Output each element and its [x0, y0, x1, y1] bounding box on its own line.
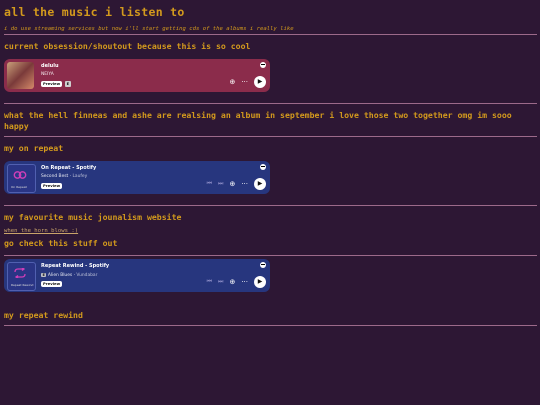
add-icon[interactable]: ⊕: [229, 78, 235, 86]
divider: [4, 136, 537, 137]
playlist-art-label: Repeat Rewind: [11, 282, 34, 287]
divider: [4, 255, 537, 256]
divider: [4, 205, 537, 206]
previous-icon[interactable]: ⏮: [207, 278, 212, 286]
badge-row: Preview: [41, 183, 63, 189]
page: all the music i listen to i do use strea…: [0, 0, 540, 326]
play-icon[interactable]: ▶: [254, 276, 266, 288]
more-icon[interactable]: ···: [241, 180, 248, 188]
badge-row: Preview E: [41, 81, 71, 87]
divider: [4, 34, 537, 35]
artist-name[interactable]: Laufey: [72, 174, 87, 179]
add-icon[interactable]: ⊕: [229, 180, 235, 188]
journalism-heading: my favourite music jounalism website: [4, 212, 182, 222]
controls: ⏮ ⏭ ⊕ ··· ▶: [207, 276, 266, 288]
finneas-heading: what the hell finneas and ashe are reals…: [4, 110, 512, 131]
artist-name[interactable]: Vundabar: [76, 273, 97, 278]
rewind-heading: my repeat rewind: [4, 310, 83, 320]
spotify-embed-on-repeat[interactable]: On Repeat On Repeat - Spotify Second Bes…: [4, 161, 270, 194]
spotify-logo-icon[interactable]: [260, 262, 266, 268]
spotify-logo-icon[interactable]: [260, 62, 266, 68]
page-title: all the music i listen to: [4, 5, 185, 19]
controls: ⏮ ⏭ ⊕ ··· ▶: [207, 178, 266, 190]
playlist-art: Repeat Rewind: [7, 262, 36, 291]
explicit-badge: E: [41, 273, 47, 277]
controls: ⊕ ··· ▶: [229, 76, 266, 88]
next-icon[interactable]: ⏭: [218, 180, 223, 188]
explicit-badge: E: [65, 81, 71, 87]
preview-badge: Preview: [41, 183, 63, 189]
track-title[interactable]: Second Best: [41, 174, 68, 179]
spotify-embed-delulu[interactable]: delulu NEIYA Preview E ⊕ ··· ▶: [4, 59, 270, 92]
more-icon[interactable]: ···: [241, 78, 248, 86]
playlist-art: On Repeat: [7, 164, 36, 193]
spotify-embed-repeat-rewind[interactable]: Repeat Rewind Repeat Rewind - Spotify E …: [4, 259, 270, 292]
loop-icon: [14, 268, 26, 278]
badge-row: Preview: [41, 281, 63, 287]
preview-badge: Preview: [41, 81, 63, 87]
playlist-title[interactable]: Repeat Rewind - Spotify: [41, 263, 109, 269]
divider: [4, 325, 537, 326]
track-title[interactable]: Alien Blues: [48, 273, 72, 278]
track-line: E Alien Blues · Vundabar: [41, 273, 98, 278]
obsession-heading: current obsession/shoutout because this …: [4, 41, 251, 51]
play-icon[interactable]: ▶: [254, 178, 266, 190]
playlist-title[interactable]: On Repeat - Spotify: [41, 165, 96, 171]
divider: [4, 103, 537, 104]
previous-icon[interactable]: ⏮: [207, 180, 212, 188]
on-repeat-heading: my on repeat: [4, 143, 64, 153]
loop-icon: [13, 171, 27, 179]
album-art: [7, 62, 34, 89]
journalism-link[interactable]: when the horn blows :): [4, 228, 536, 234]
add-icon[interactable]: ⊕: [229, 278, 235, 286]
preview-badge: Preview: [41, 281, 63, 287]
intro-note: i do use streaming services but now i'll…: [4, 26, 294, 32]
playlist-art-label: On Repeat: [11, 184, 27, 189]
artist-name[interactable]: NEIYA: [41, 72, 54, 77]
more-icon[interactable]: ···: [241, 278, 248, 286]
check-heading: go check this stuff out: [4, 238, 118, 248]
track-title[interactable]: delulu: [41, 63, 59, 69]
next-icon[interactable]: ⏭: [218, 278, 223, 286]
spotify-logo-icon[interactable]: [260, 164, 266, 170]
track-line: Second Best · Laufey: [41, 174, 88, 179]
play-icon[interactable]: ▶: [254, 76, 266, 88]
